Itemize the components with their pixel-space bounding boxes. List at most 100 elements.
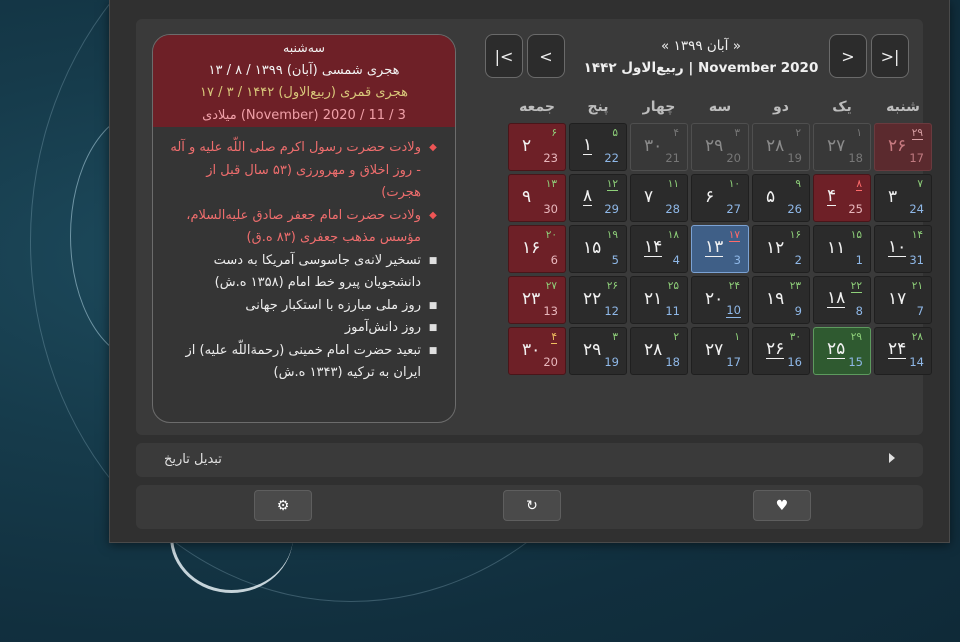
solar-day-number: ۲۸ [644,340,663,360]
day-cell[interactable]: ۲۰ ۲۴ 10 [691,276,749,324]
day-cell[interactable]: ۴ ۸ 25 [813,174,871,222]
gregorian-day-number: 27 [726,202,741,216]
refresh-button[interactable]: ↻ [503,490,561,521]
lunar-day-number: ۲ [795,127,801,139]
solar-day-number: ۲۷ [827,136,846,156]
day-cell[interactable]: ۸ ۱۲ 29 [569,174,627,222]
day-cell[interactable]: ۱۸ ۲۲ 8 [813,276,871,324]
solar-day-number: ۲۳ [522,289,541,309]
action-bar: ⚙ ↻ ♥ [136,485,923,529]
day-cell[interactable]: ۲۷ ۱ 17 [691,327,749,375]
next-month-button[interactable]: > [829,34,867,78]
convert-date-expander[interactable]: تبدیل تاریخ [136,443,923,477]
day-cell[interactable]: ۹ ۱۳ 30 [508,174,566,222]
lunar-day-number: ۲۲ [850,280,862,293]
solar-day-number: ۲۰ [705,289,724,309]
event-item: ■ تسخیر لانه‌ی جاسوسی آمریکا به دست دانش… [165,250,439,295]
gregorian-day-number: 15 [848,355,863,369]
solar-day-number: ۳۰ [522,340,541,360]
day-cell[interactable]: ۲۸ ۲ 18 [630,327,688,375]
gregorian-day-number: 26 [787,202,802,216]
gregorian-day-number: 19 [604,355,619,369]
day-cell[interactable]: ۶ ۱۰ 27 [691,174,749,222]
day-cell[interactable]: ۲۴ ۲۸ 14 [874,327,932,375]
day-cell[interactable]: ۱۵ ۱۹ 5 [569,225,627,273]
day-cell[interactable]: ۱۱ ۱۵ 1 [813,225,871,273]
convert-date-label: تبدیل تاریخ [164,452,222,467]
refresh-icon: ↻ [526,497,538,514]
gregorian-day-number: 17 [909,151,924,165]
lunar-day-number: ۱ [734,331,740,343]
day-cell[interactable]: ۳۰ ۴ 21 [630,123,688,171]
lunar-day-number: ۲۳ [789,280,801,292]
gregorian-day-number: 1 [855,253,863,267]
day-cell[interactable]: ۵ ۹ 26 [752,174,810,222]
day-cell[interactable]: ۷ ۱۱ 28 [630,174,688,222]
heart-icon: ♥ [775,497,789,514]
day-cell[interactable]: ۱۶ ۲۰ 6 [508,225,566,273]
weekday-header: جمعه [519,99,555,115]
gregorian-day-number: 2 [794,253,802,267]
solar-day-number: ۲۷ [705,340,724,360]
solar-day-number: ۱۱ [827,238,846,258]
day-cell[interactable]: ۲ ۶ 23 [508,123,566,171]
day-cell[interactable]: ۲۹ ۳ 19 [569,327,627,375]
day-cell-today[interactable]: ۱۳ ۱۷ 3 [691,225,749,273]
day-cell[interactable]: ۲۸ ۲ 19 [752,123,810,171]
lunar-day-number: ۸ [856,178,862,191]
first-month-button[interactable]: |< [485,34,523,78]
solar-day-number: ۲۶ [766,339,785,359]
solar-day-number: ۹ [522,187,532,207]
gregorian-day-number: 23 [543,151,558,165]
event-item: ◆ ولادت حضرت رسول اکرم صلی اللّه علیه و … [165,137,439,205]
day-cell[interactable]: ۱۷ ۲۱ 7 [874,276,932,324]
day-cell[interactable]: ۱۴ ۱۸ 4 [630,225,688,273]
event-item: ■ روز دانش‌آموز [165,317,439,340]
gregorian-day-number: 20 [543,355,558,369]
day-cell[interactable]: ۱۹ ۲۳ 9 [752,276,810,324]
square-bullet-icon: ■ [428,300,438,311]
day-cell[interactable]: ۱۰ ۱۴ 31 [874,225,932,273]
event-item: ◆ ولادت حضرت امام جعفر صادق علیه‌السلام،… [165,205,439,250]
solar-day-number: ۱ [583,135,593,155]
gear-icon: ⚙ [276,497,290,514]
gregorian-day-number: 16 [787,355,802,369]
settings-button[interactable]: ⚙ [254,490,312,521]
calendar-main-area: سه‌شنبه ۱۳ / ۸ / ۱۳۹۹ (آبان) هجری شمسی ۱… [136,19,932,435]
solar-day-number: ۳ [888,187,898,207]
lunar-day-number: ۲۹ [911,127,923,140]
previous-month-button[interactable]: < [527,34,565,78]
solar-day-number: ۲ [522,136,532,156]
last-month-button[interactable]: >| [871,34,909,78]
lunar-day-number: ۱۴ [911,229,923,241]
lunar-date: ۱۷ / ۳ / ۱۴۴۲ (ربیع‌الاول) هجری قمری [200,85,408,100]
gregorian-day-number: 3 [733,253,741,267]
gregorian-day-number: 19 [787,151,802,165]
day-cell[interactable]: ۲۶ ۳۰ 16 [752,327,810,375]
gregorian-day-number: 30 [543,202,558,216]
day-cell[interactable]: ۲۷ ۱ 18 [813,123,871,171]
day-cell[interactable]: ۱۲ ۱۶ 2 [752,225,810,273]
day-cell[interactable]: ۲۶ ۲۹ 17 [874,123,932,171]
gregorian-day-number: 10 [726,303,741,318]
lunar-day-number: ۹ [795,178,801,190]
day-cell[interactable]: ۲۲ ۲۶ 12 [569,276,627,324]
day-cell-selected[interactable]: ۲۵ ۲۹ 15 [813,327,871,375]
favorite-button[interactable]: ♥ [753,490,811,521]
lunar-day-number: ۲۸ [911,331,923,343]
day-cell[interactable]: ۳۰ ۴ 20 [508,327,566,375]
lunar-day-number: ۴ [673,127,679,139]
day-cell[interactable]: ۲۱ ۲۵ 11 [630,276,688,324]
secondary-month-title: ربیع‌الاول ۱۴۴۲ | November 2020 [583,60,819,76]
square-bullet-icon: ■ [428,323,438,333]
event-item: ■ تبعید حضرت امام خمینی (رحمة‌اللّه علیه… [165,340,439,385]
day-cell[interactable]: ۲۳ ۲۷ 13 [508,276,566,324]
lunar-day-number: ۲۰ [545,229,557,241]
day-cell[interactable]: ۲۹ ۳ 20 [691,123,749,171]
gregorian-day-number: 8 [855,304,863,318]
calendar-applet-panel: سه‌شنبه ۱۳ / ۸ / ۱۳۹۹ (آبان) هجری شمسی ۱… [109,0,950,543]
day-cell[interactable]: ۳ ۷ 24 [874,174,932,222]
lunar-day-number: ۲ [673,331,679,343]
day-cell[interactable]: ۱ ۵ 22 [569,123,627,171]
solar-day-number: ۲۸ [766,136,785,156]
